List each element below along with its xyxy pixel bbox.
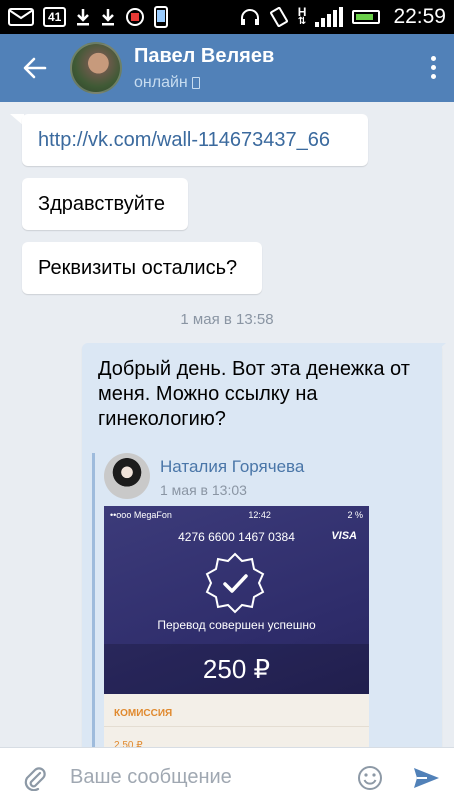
signal-icon xyxy=(315,7,344,27)
message-bubble[interactable]: Здравствуйте xyxy=(22,178,188,230)
contact-status: онлайн xyxy=(134,74,274,92)
message-input[interactable] xyxy=(70,757,342,798)
forwarded-author-avatar[interactable] xyxy=(104,453,150,499)
status-clock: 22:59 xyxy=(393,5,446,28)
transfer-amount-band: 250 ₽ xyxy=(104,644,369,694)
send-button[interactable] xyxy=(398,748,454,807)
message-text[interactable]: http://vk.com/wall-114673437_66 xyxy=(38,129,330,152)
contact-info[interactable]: Павел Веляев онлайн xyxy=(134,45,274,92)
mobile-icon xyxy=(191,76,200,89)
headphones-icon xyxy=(240,6,260,28)
arrow-left-icon xyxy=(23,57,47,79)
app-notification-icon xyxy=(125,6,145,28)
forwarded-photo[interactable]: ••ooo MegaFon 12:42 2 % 4276 6600 1467 0… xyxy=(104,506,369,763)
battery-icon xyxy=(352,10,381,24)
notification-count-badge: 41 xyxy=(43,7,67,27)
screenshot-status-bar: ••ooo MegaFon 12:42 2 % xyxy=(104,506,369,524)
download-icon xyxy=(100,6,116,28)
message-composer xyxy=(0,747,454,807)
attach-button[interactable] xyxy=(0,748,70,807)
contact-status-text: онлайн xyxy=(134,73,188,91)
chat-header: Павел Веляев онлайн xyxy=(0,34,454,102)
card-number: 4276 6600 1467 0384 xyxy=(178,530,295,544)
more-menu-button[interactable] xyxy=(431,56,436,79)
more-vertical-icon xyxy=(431,56,436,61)
card-brand: VISA xyxy=(331,530,357,542)
outgoing-message-bubble[interactable]: Добрый день. Вот эта денежка от меня. Мо… xyxy=(82,343,442,763)
screenshot-time: 12:42 xyxy=(248,510,271,520)
screenshot-battery: 2 % xyxy=(347,510,363,520)
send-icon xyxy=(414,767,439,788)
transfer-status: Перевод совершен успешно xyxy=(157,618,316,632)
smile-icon xyxy=(358,765,382,790)
status-bar: 41 H ⇅ 22:59 xyxy=(0,0,454,34)
date-separator: 1 мая в 13:58 xyxy=(180,311,274,328)
network-type-icon: H ⇅ xyxy=(298,6,307,28)
screenshot-carrier: ••ooo MegaFon xyxy=(110,510,172,520)
commission-label: КОМИССИЯ xyxy=(114,708,173,719)
phone-device-icon xyxy=(154,6,169,28)
paperclip-icon xyxy=(24,766,46,791)
contact-name: Павел Веляев xyxy=(134,44,275,67)
data-arrows-icon: ⇅ xyxy=(297,16,307,27)
divider xyxy=(104,726,369,727)
back-button[interactable] xyxy=(0,34,70,102)
forward-indicator-bar xyxy=(92,453,95,763)
download-icon xyxy=(75,6,91,28)
message-link[interactable]: http://vk.com/wall-114673437_66 xyxy=(22,114,368,166)
rotation-icon xyxy=(269,6,289,28)
message-text: Здравствуйте xyxy=(38,192,165,215)
success-check-icon xyxy=(205,552,265,614)
forwarded-date: 1 мая в 13:03 xyxy=(160,482,247,498)
messages-icon xyxy=(8,6,34,28)
transfer-amount: 250 ₽ xyxy=(202,653,271,684)
emoji-button[interactable] xyxy=(342,748,398,807)
message-bubble[interactable]: Реквизиты остались? xyxy=(22,242,262,294)
message-text: Добрый день. Вот эта денежка от меня. Мо… xyxy=(98,358,410,430)
message-text: Реквизиты остались? xyxy=(38,256,238,279)
forwarded-author-name[interactable]: Наталия Горячева xyxy=(160,457,304,477)
contact-avatar[interactable] xyxy=(70,42,122,94)
